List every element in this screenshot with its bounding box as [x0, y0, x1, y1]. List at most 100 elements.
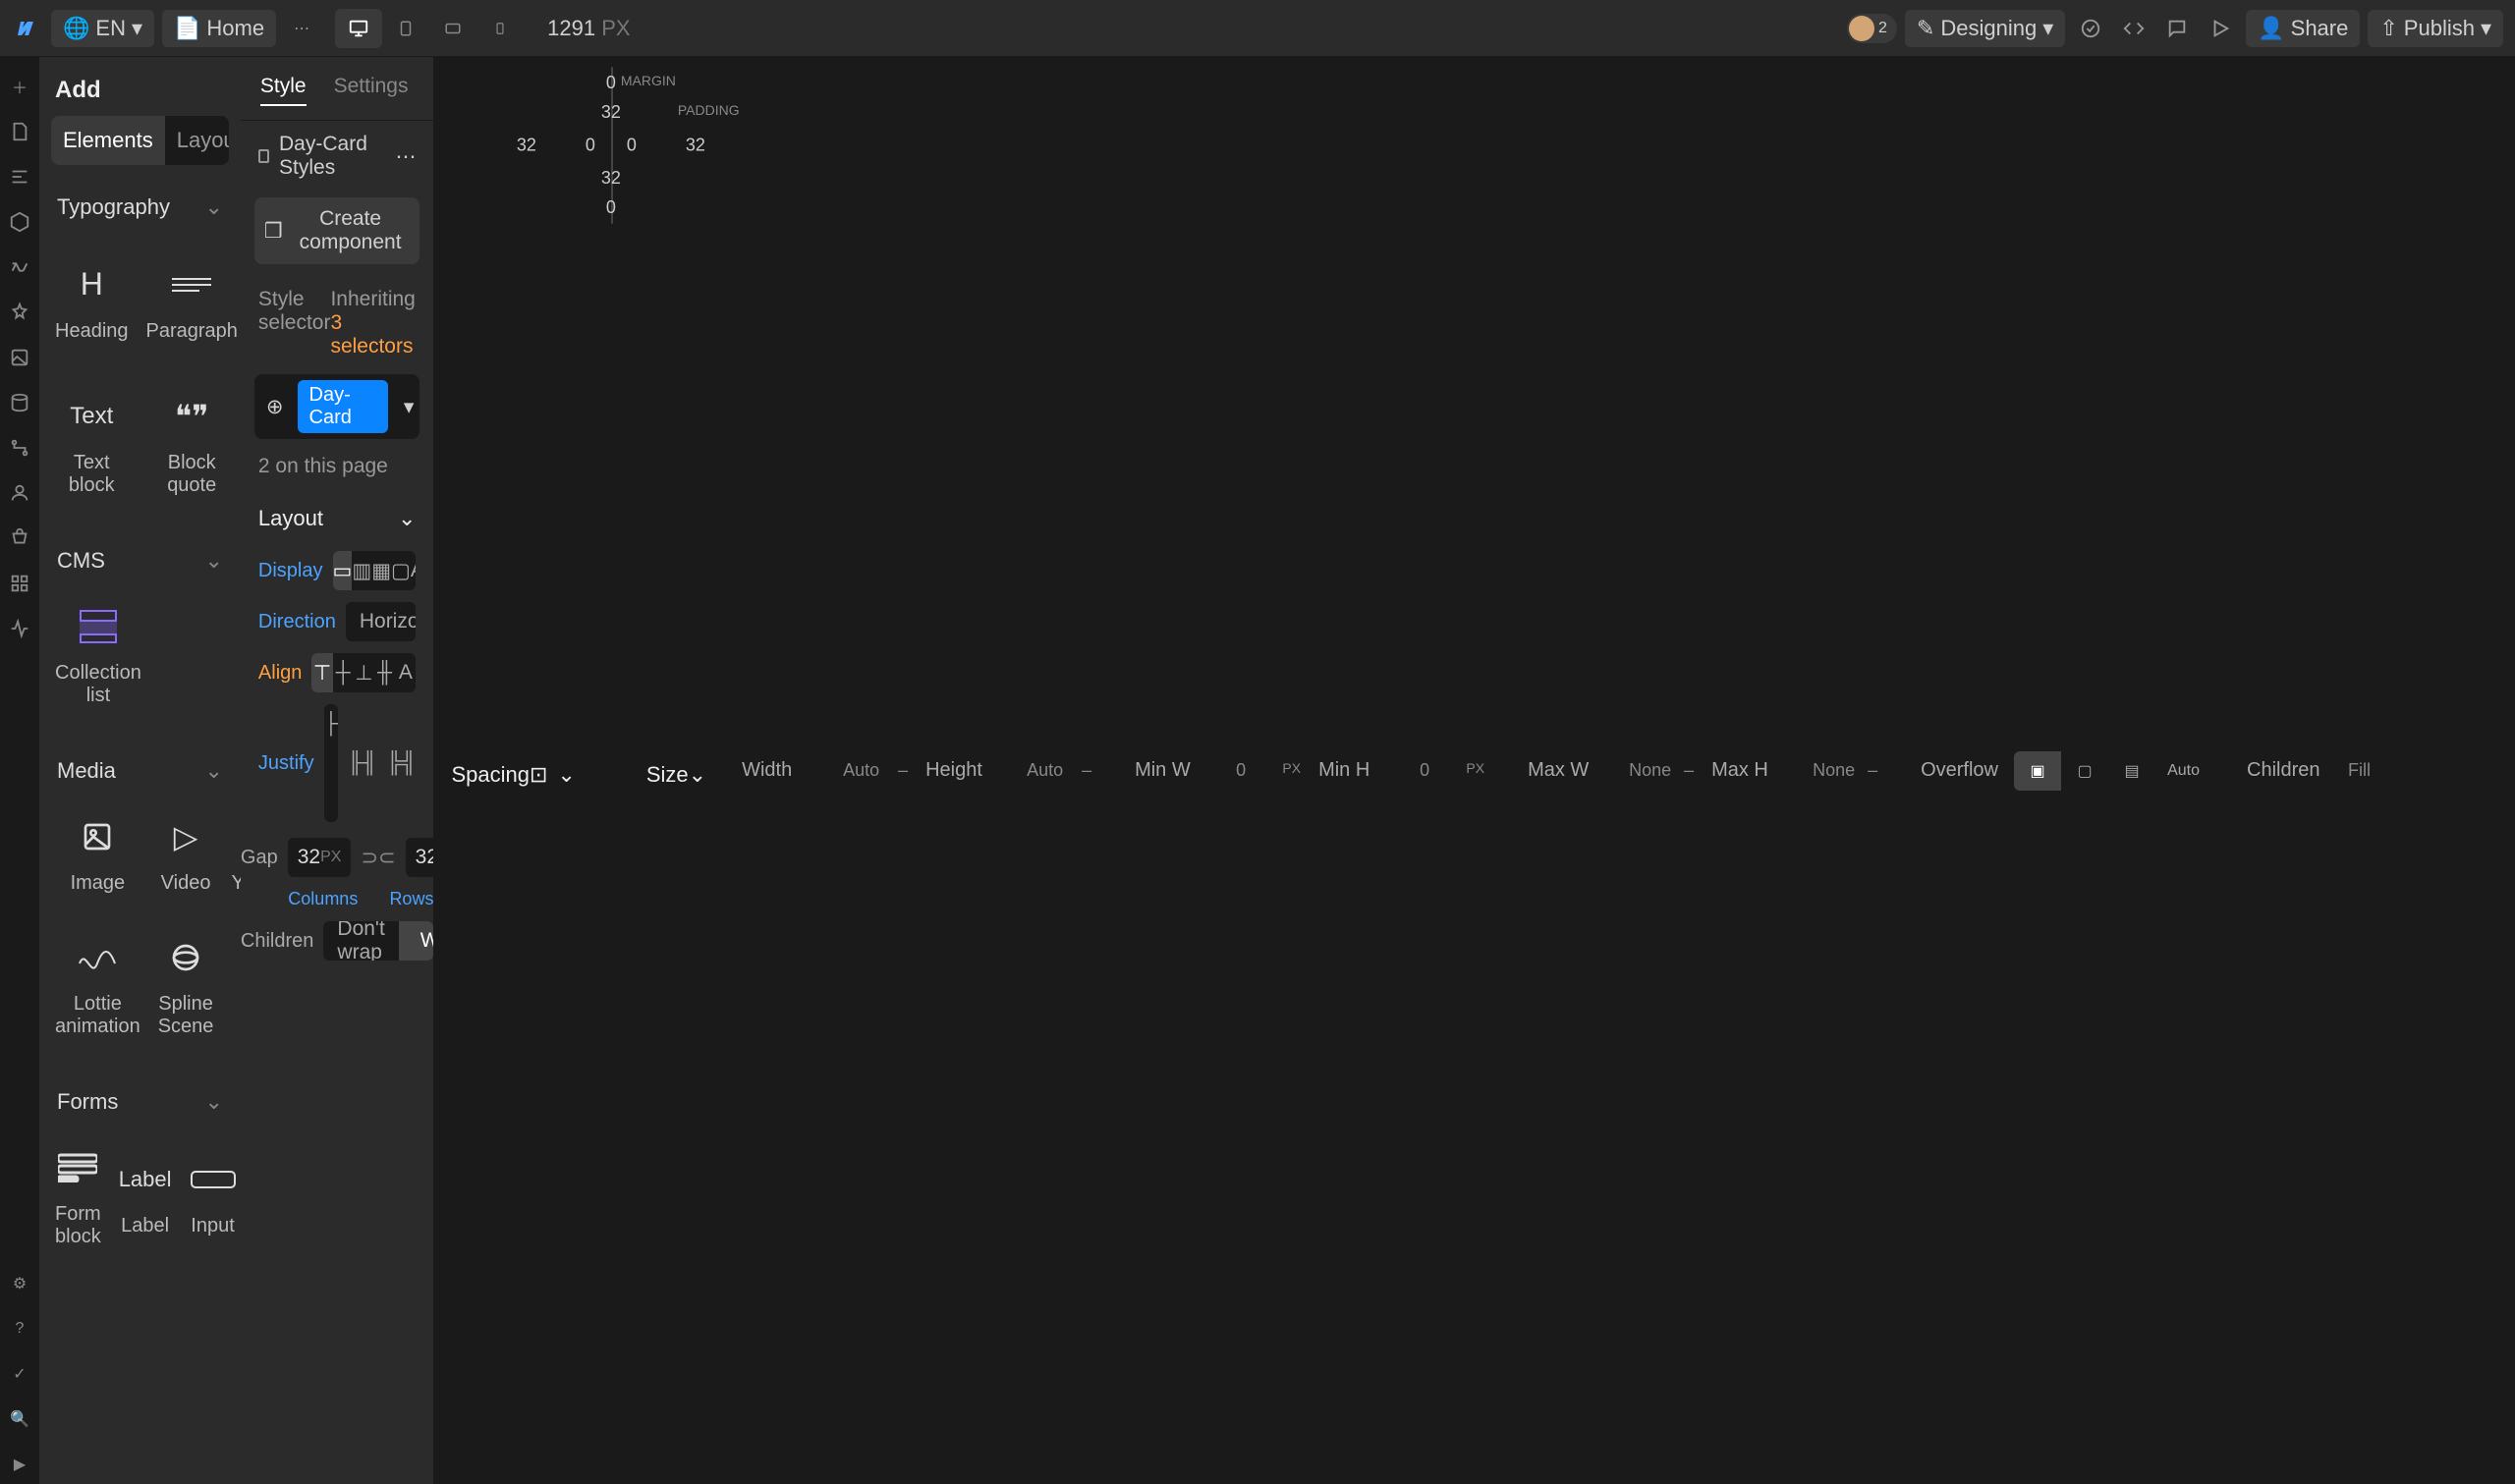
logic-icon[interactable] [0, 428, 39, 467]
canvas-width-display[interactable]: 1291 PX [547, 16, 630, 41]
tab-elements[interactable]: Elements [51, 116, 165, 165]
display-flex-button[interactable]: ▥ [352, 551, 371, 590]
gap-column-input[interactable]: 32PX [288, 838, 352, 877]
page-selector[interactable]: 📄 Home [162, 10, 276, 47]
element-text-block[interactable]: TextText block [49, 377, 135, 515]
components-icon[interactable] [0, 202, 39, 242]
help-icon[interactable]: ? [0, 1309, 39, 1348]
language-label: EN [95, 16, 126, 41]
chevron-down-icon: ⌄ [204, 548, 222, 574]
overflow-auto-button[interactable]: Auto [2155, 751, 2211, 791]
users-icon[interactable] [0, 473, 39, 513]
class-name-row[interactable]: Day-Card Styles ⋯ [241, 121, 434, 192]
align-stretch-button[interactable]: ╫ [374, 653, 395, 692]
element-youtube[interactable]: YouTube [225, 797, 240, 912]
display-block-button[interactable]: ▭ [333, 551, 353, 590]
share-button[interactable]: 👤 Share [2246, 10, 2360, 47]
display-inline-block-button[interactable]: ▢ [391, 551, 411, 590]
element-video[interactable]: ▷Video [152, 797, 220, 912]
minw-input[interactable]: 0PX [1228, 754, 1309, 787]
more-icon[interactable]: ⋯ [284, 11, 319, 46]
align-end-button[interactable]: ⊥ [354, 653, 374, 692]
section-cms[interactable]: CMS ⌄ [39, 534, 241, 587]
selector-input[interactable]: ⊕ Day-Card ▾ [254, 374, 420, 439]
chevron-down-icon[interactable]: ▾ [404, 395, 415, 419]
section-media[interactable]: Media ⌄ [39, 744, 241, 797]
target-icon[interactable]: ⊕ [260, 391, 290, 423]
mode-selector[interactable]: ✎ Designing ▾ [1905, 10, 2065, 47]
collaborators[interactable]: 2 [1847, 14, 1897, 43]
audit-icon[interactable]: ✓ [0, 1354, 39, 1394]
styles-icon[interactable] [0, 293, 39, 332]
maxw-input[interactable]: None– [1621, 754, 1702, 787]
element-spline[interactable]: Spline Scene [152, 918, 220, 1056]
section-spacing[interactable]: Spacing ⊡ ⌄ [433, 57, 592, 1484]
publish-button[interactable]: ⇧ Publish ▾ [2368, 10, 2503, 47]
pages-icon[interactable] [0, 112, 39, 151]
activity-icon[interactable] [0, 609, 39, 648]
element-collection-list[interactable]: Collection list [49, 587, 147, 725]
add-icon[interactable]: ＋ [0, 67, 39, 106]
comment-icon[interactable] [2159, 11, 2195, 46]
wrap-button[interactable]: Wrap [399, 921, 434, 961]
justify-around-button[interactable]: ╠╣ [387, 743, 417, 783]
section-typography[interactable]: Typography ⌄ [39, 181, 241, 234]
language-selector[interactable]: 🌐 EN ▾ [51, 10, 154, 47]
element-heading[interactable]: HHeading [49, 234, 135, 371]
tablet-landscape-button[interactable] [429, 9, 476, 48]
element-lottie[interactable]: Lottie animation [49, 918, 146, 1056]
element-paragraph[interactable]: Paragraph [140, 234, 241, 371]
align-center-button[interactable]: ┼ [333, 653, 354, 692]
width-input[interactable]: Auto– [835, 754, 916, 787]
element-form-block[interactable]: Form block [49, 1128, 107, 1266]
desktop-breakpoint-button[interactable] [335, 9, 382, 48]
cms-icon[interactable] [0, 383, 39, 422]
overflow-visible-button[interactable]: ▣ [2014, 751, 2061, 791]
spacing-preset-icon[interactable]: ⊡ [530, 762, 547, 788]
element-label[interactable]: LabelLabel [113, 1128, 178, 1266]
selector-chip[interactable]: Day-Card [298, 380, 388, 433]
overflow-scroll-button[interactable]: ▤ [2108, 751, 2155, 791]
element-input[interactable]: Input [184, 1128, 241, 1266]
settings-icon[interactable]: ⚙ [0, 1264, 39, 1303]
search-icon[interactable]: 🔍 [0, 1400, 39, 1439]
tablet-breakpoint-button[interactable] [382, 9, 429, 48]
tab-style[interactable]: Style [260, 75, 307, 106]
section-size[interactable]: Size ⌄ [629, 57, 724, 1484]
assets-icon[interactable] [0, 338, 39, 377]
check-icon[interactable] [2073, 11, 2108, 46]
gap-row-input[interactable]: 32PX [406, 838, 434, 877]
overflow-hidden-button[interactable]: ▢ [2061, 751, 2108, 791]
preview-icon[interactable] [2203, 11, 2238, 46]
align-start-button[interactable]: ⊤ [311, 653, 332, 692]
direction-horizontal[interactable]: Horizontal [346, 602, 417, 641]
section-forms[interactable]: Forms ⌄ [39, 1075, 241, 1128]
element-block-quote[interactable]: ❝❞Block quote [140, 377, 241, 515]
navigator-icon[interactable] [0, 157, 39, 196]
apps-icon[interactable] [0, 564, 39, 603]
children-fit-select[interactable]: Fill [2340, 754, 2497, 787]
ecommerce-icon[interactable] [0, 519, 39, 558]
section-layout[interactable]: Layout ⌄ [241, 488, 434, 541]
more-icon[interactable]: ⋯ [395, 144, 416, 169]
wrap-none-button[interactable]: Don't wrap [323, 921, 398, 961]
mobile-breakpoint-button[interactable] [476, 9, 524, 48]
tab-settings[interactable]: Settings [334, 75, 409, 106]
maxh-input[interactable]: None– [1805, 754, 1885, 787]
justify-between-button[interactable]: ╟╢ [348, 743, 377, 783]
variables-icon[interactable] [0, 247, 39, 287]
align-baseline-button[interactable]: A [395, 653, 416, 692]
code-icon[interactable] [2116, 11, 2152, 46]
element-image[interactable]: Image [49, 797, 146, 912]
display-grid-button[interactable]: ▦ [371, 551, 391, 590]
video-icon[interactable]: ▶ [0, 1445, 39, 1484]
minh-input[interactable]: 0PX [1412, 754, 1492, 787]
display-inline-button[interactable]: AA [411, 551, 417, 590]
tab-layouts[interactable]: Layouts [165, 116, 229, 165]
height-input[interactable]: Auto– [1019, 754, 1099, 787]
left-rail: ＋ ⚙ ? ✓ 🔍 ▶ [0, 57, 39, 1484]
webflow-logo-icon[interactable] [12, 17, 35, 40]
link-icon[interactable]: ⊃⊂ [361, 846, 395, 870]
justify-start-button[interactable]: ├ [324, 704, 338, 743]
create-component-button[interactable]: ❒ Create component [254, 197, 420, 264]
